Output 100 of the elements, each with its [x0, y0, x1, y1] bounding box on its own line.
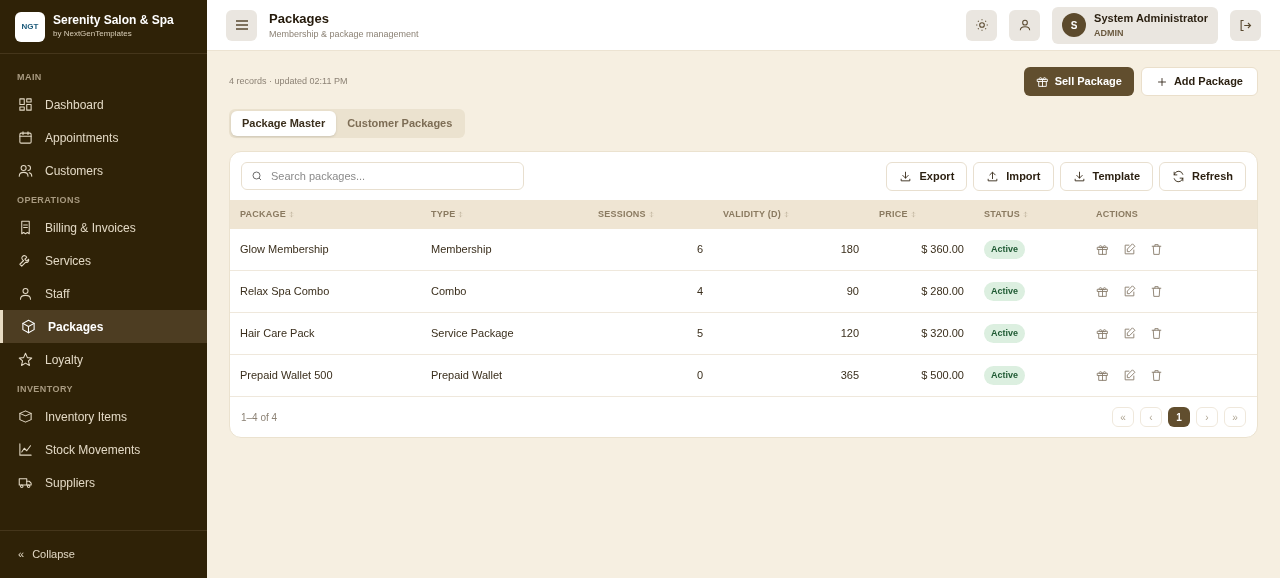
status-badge: Active — [984, 281, 1025, 302]
sun-icon — [974, 18, 989, 32]
sidebar-item[interactable]: Appointments — [0, 121, 207, 154]
sidebar-item[interactable]: Loyalty — [0, 343, 207, 376]
table-cell: $ 360.00 — [921, 243, 964, 256]
brand-name: Serenity Salon & Spa — [53, 13, 174, 28]
sidebar-item[interactable]: Services — [0, 244, 207, 277]
sidebar-section-label: OPERATIONS — [16, 194, 82, 208]
table-cell: Service Package — [431, 327, 514, 340]
status-badge: Active — [984, 323, 1025, 344]
row-action-button[interactable] — [1096, 285, 1109, 298]
table-cell: 0 — [696, 369, 703, 382]
row-action-button[interactable] — [1150, 369, 1163, 382]
pagination-button[interactable]: 1 — [1168, 407, 1190, 427]
collapse-icon: « — [18, 546, 25, 563]
table-cell: 4 — [696, 285, 703, 298]
collapse-button[interactable]: « Collapse — [18, 546, 75, 563]
sidebar-item[interactable]: Packages — [0, 310, 207, 343]
row-action-button[interactable] — [1150, 243, 1163, 256]
row-action-button[interactable] — [1123, 327, 1136, 340]
logout-button[interactable] — [1230, 9, 1261, 41]
row-action-button[interactable] — [1123, 369, 1136, 382]
toolbar-button[interactable]: Import — [973, 161, 1054, 191]
user-icon — [18, 286, 33, 301]
table-cell: Relax Spa Combo — [240, 285, 330, 298]
sidebar-item[interactable]: Customers — [0, 154, 207, 187]
sort-icon — [287, 211, 295, 218]
sort-icon — [782, 211, 790, 218]
tab[interactable]: Customer Packages — [336, 111, 464, 136]
sidebar-section-label: INVENTORY — [16, 383, 75, 397]
table-cell: 90 — [846, 285, 859, 298]
row-action-button[interactable] — [1150, 285, 1163, 298]
row-action-button[interactable] — [1123, 243, 1136, 256]
table-cell: Hair Care Pack — [240, 327, 315, 340]
sell-package-button[interactable]: Sell Package — [1023, 67, 1134, 96]
upload-icon — [986, 169, 1000, 183]
edit-icon — [1123, 285, 1136, 298]
user-icon — [1017, 18, 1032, 32]
star-icon — [18, 352, 33, 367]
gift-icon — [1035, 75, 1049, 88]
trash-icon — [1150, 243, 1163, 256]
calendar-icon — [18, 130, 33, 145]
tab[interactable]: Package Master — [231, 111, 337, 136]
users-icon — [18, 163, 33, 178]
trash-icon — [1150, 369, 1163, 382]
trash-icon — [1150, 327, 1163, 340]
user-avatar: S — [1062, 13, 1087, 37]
table-cell: Prepaid Wallet — [431, 369, 503, 382]
search-field[interactable]: Search packages... — [241, 162, 524, 190]
sort-icon — [909, 211, 917, 218]
user-role: ADMIN — [1094, 26, 1125, 40]
sidebar-item[interactable]: Suppliers — [0, 466, 207, 499]
page-title: Packages — [269, 9, 330, 28]
profile-button[interactable] — [1009, 9, 1041, 41]
add-package-button[interactable]: Add Package — [1140, 67, 1258, 96]
status-badge: Active — [984, 239, 1025, 260]
user-name: System Administrator — [1094, 11, 1208, 26]
table-cell: $ 320.00 — [921, 327, 964, 340]
user-chip[interactable]: S System Administrator ADMIN — [1052, 6, 1218, 44]
sidebar-item[interactable]: Billing & Invoices — [0, 211, 207, 244]
sidebar-item[interactable]: Inventory Items — [0, 400, 207, 433]
toolbar-button[interactable]: Refresh — [1159, 161, 1246, 191]
table-cell: 6 — [696, 243, 703, 256]
download-icon — [899, 169, 913, 183]
sidebar-item[interactable]: Staff — [0, 277, 207, 310]
refresh-icon — [1172, 169, 1186, 183]
row-action-button[interactable] — [1123, 285, 1136, 298]
download-icon — [1072, 169, 1086, 183]
menu-icon — [234, 19, 249, 31]
truck-icon — [18, 475, 33, 490]
table-cell: Prepaid Wallet 500 — [240, 369, 333, 382]
brand-logo: NGT — [15, 11, 45, 42]
sort-icon — [1022, 211, 1029, 218]
receipt-icon — [18, 220, 33, 235]
brand-byline: by NextGenTemplates — [53, 28, 133, 40]
page-subtitle: Membership & package management — [269, 28, 420, 41]
toolbar-button[interactable]: Template — [1059, 161, 1154, 191]
gift-icon — [1096, 243, 1109, 256]
sidebar-section-label: MAIN — [16, 71, 43, 85]
table-cell: 5 — [696, 327, 703, 340]
row-action-button[interactable] — [1096, 327, 1109, 340]
theme-button[interactable] — [966, 9, 998, 41]
status-badge: Active — [984, 365, 1025, 386]
chart-icon — [18, 442, 33, 457]
gift-icon — [1096, 285, 1109, 298]
gift-icon — [1096, 327, 1109, 340]
sidebar-item[interactable]: Dashboard — [0, 88, 207, 121]
edit-icon — [1123, 369, 1136, 382]
sidebar-item[interactable]: Stock Movements — [0, 433, 207, 466]
row-action-button[interactable] — [1150, 327, 1163, 340]
row-action-button[interactable] — [1096, 369, 1109, 382]
cube-icon — [21, 319, 36, 334]
menu-button[interactable] — [226, 9, 257, 41]
toolbar-button[interactable]: Export — [886, 161, 968, 191]
logout-icon — [1238, 17, 1253, 33]
table-cell: $ 280.00 — [921, 285, 964, 298]
row-action-button[interactable] — [1096, 243, 1109, 256]
gift-icon — [1096, 369, 1109, 382]
table-cell: Glow Membership — [240, 243, 329, 256]
table-cell: $ 500.00 — [921, 369, 964, 382]
